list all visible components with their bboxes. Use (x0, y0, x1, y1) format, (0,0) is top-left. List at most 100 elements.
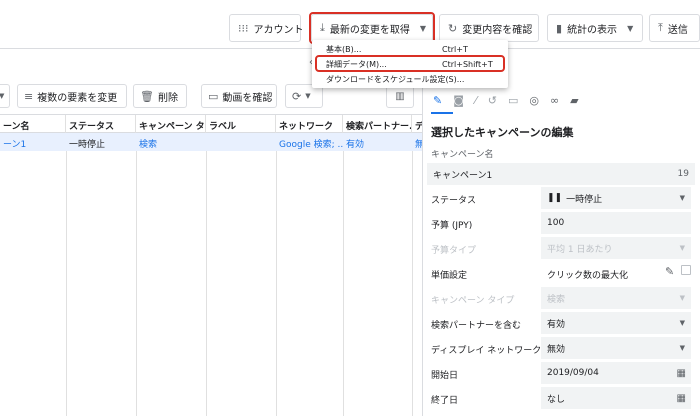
column-header-display[interactable]: デ (412, 115, 422, 133)
wand-tab-icon[interactable]: ⁄ (475, 94, 477, 107)
refresh-icon: ↻ (448, 21, 458, 35)
start-date-input[interactable]: 2019/09/04 ▦ (541, 362, 691, 384)
column-divider (412, 151, 413, 416)
caret-down-icon: ▼ (0, 92, 5, 100)
column-divider (343, 151, 344, 416)
column-header-label[interactable]: ラベル (206, 115, 276, 133)
copy-icon[interactable] (681, 265, 691, 275)
upload-icon: ⤒ (658, 21, 663, 34)
panel-title: 選択したキャンペーンの編集 (431, 126, 574, 139)
menu-item-shortcut: Ctrl+Shift+T (442, 59, 493, 69)
menu-item-label: 詳細データ(M)... (326, 59, 387, 69)
replace-icon: ⟳ (292, 89, 302, 103)
caret-down-icon: ▼ (305, 92, 311, 100)
column-divider (136, 151, 137, 416)
cell-name[interactable]: ーン1 (0, 133, 66, 151)
campaign-name-field[interactable]: キャンペーン1 19 (427, 163, 695, 185)
menu-item-label: ダウンロードをスケジュール設定(S)... (326, 74, 465, 84)
column-header-network[interactable]: ネットワーク (276, 115, 343, 133)
edit-tab-icon[interactable]: ✎ (433, 94, 442, 107)
campaign-type-label: キャンペーン タイプ (431, 296, 515, 306)
budget-type-value: 平均 1 日あたり (547, 244, 613, 255)
budget-type-label: 予算タイプ (431, 246, 477, 256)
get-changes-menu: 基本(B)... Ctrl+T 詳細データ(M)... Ctrl+Shift+T… (312, 40, 508, 88)
video-icon: ▭ (208, 89, 219, 103)
panel-tabs: ✎ ◙ ⁄ ↺ ▭ ◎ ∞ ▰ (423, 87, 700, 113)
bulk-change-button[interactable]: ≡ 複数の要素を変更 (17, 84, 127, 108)
pause-icon: ❚❚ (547, 193, 563, 203)
video-label: 動画を確認 (222, 92, 273, 104)
cell-label[interactable] (206, 133, 276, 151)
edit-panel: ✎ ◙ ⁄ ↺ ▭ ◎ ∞ ▰ 選択したキャンペーンの編集 キャンペーン名 キャ… (422, 77, 700, 416)
delete-button[interactable]: 🗑 削除 (133, 84, 187, 108)
check-changes-button[interactable]: ↻ 変更内容を確認 (439, 14, 539, 42)
caret-down-icon: ▼ (627, 23, 634, 33)
history-tab-icon[interactable]: ↺ (488, 94, 497, 107)
campaign-name-value: キャンペーン1 (433, 170, 493, 181)
active-tab-indicator (431, 112, 453, 114)
caret-down-icon: ▼ (679, 194, 685, 202)
start-date-label: 開始日 (431, 371, 459, 381)
search-partner-select[interactable]: 有効 ▼ (541, 312, 691, 334)
caret-down-icon: ▼ (419, 23, 427, 33)
menu-item-schedule[interactable]: ダウンロードをスケジュール設定(S)... (312, 72, 508, 86)
cell-status[interactable]: 一時停止 (66, 133, 136, 151)
campaign-type-select[interactable]: 検索 ▼ (541, 287, 691, 309)
cell-network[interactable]: Google 検索; ... (276, 133, 343, 151)
start-date-value: 2019/09/04 (547, 368, 599, 378)
budget-type-select[interactable]: 平均 1 日あたり ▼ (541, 237, 691, 259)
send-button[interactable]: ⤒ 送信 (649, 14, 700, 42)
pencil-icon[interactable]: ✎ (665, 265, 674, 278)
column-header-type[interactable]: キャンペーン タイプ (136, 115, 206, 133)
screen-tab-icon[interactable]: ▭ (508, 94, 518, 107)
stats-button[interactable]: ▮ 統計の表示 ▼ (547, 14, 643, 42)
menu-item-basic[interactable]: 基本(B)... Ctrl+T (312, 42, 508, 56)
grid-icon: ⁝⁝⁝ (238, 21, 249, 35)
send-label: 送信 (667, 24, 688, 36)
budget-input[interactable]: 100 (541, 212, 691, 234)
table-header: ーン名 ステータス キャンペーン タイプ ラベル ネットワーク 検索パートナー.… (0, 115, 422, 133)
budget-label: 予算 (JPY) (431, 221, 473, 231)
cell-display[interactable]: 無 (412, 133, 422, 151)
column-header-search-partner[interactable]: 検索パートナー... (343, 115, 412, 133)
campaign-name-label: キャンペーン名 (431, 150, 494, 160)
video-check-button[interactable]: ▭ 動画を確認 (201, 84, 277, 108)
char-count: 19 (677, 169, 689, 179)
caret-down-icon: ▼ (679, 244, 685, 252)
link-tab-icon[interactable]: ∞ (550, 94, 559, 107)
status-label: ステータス (431, 196, 477, 206)
display-network-select[interactable]: 無効 ▼ (541, 337, 691, 359)
get-changes-label: 最新の変更を取得 (329, 24, 410, 36)
table-row[interactable]: ーン1 一時停止 検索 Google 検索; ... 有効 無 (0, 133, 422, 151)
column-header-name[interactable]: ーン名 (0, 115, 66, 133)
cell-type[interactable]: 検索 (136, 133, 206, 151)
calendar-icon[interactable]: ▦ (677, 368, 686, 379)
label-tab-icon[interactable]: ▰ (570, 94, 578, 107)
column-header-status[interactable]: ステータス (66, 115, 136, 133)
menu-item-detailed[interactable]: 詳細データ(M)... Ctrl+Shift+T (312, 57, 508, 71)
menu-item-label: 基本(B)... (326, 44, 362, 54)
column-divider (206, 151, 207, 416)
account-label: アカウント (253, 24, 304, 36)
end-date-value: なし (547, 394, 566, 405)
camera-tab-icon[interactable]: ◙ (453, 94, 464, 107)
status-select[interactable]: ❚❚ 一時停止 ▼ (541, 187, 691, 209)
bulk-change-label: 複数の要素を変更 (37, 92, 118, 104)
add-dropdown-button[interactable]: ▼ (0, 84, 10, 108)
status-value: 一時停止 (566, 194, 603, 205)
end-date-input[interactable]: なし ▦ (541, 387, 691, 409)
search-partner-value: 有効 (547, 319, 566, 330)
calendar-icon[interactable]: ▦ (677, 393, 686, 404)
bid-value: クリック数の最大化 (547, 271, 629, 281)
campaign-type-value: 検索 (547, 294, 566, 305)
menu-item-shortcut: Ctrl+T (442, 44, 468, 54)
get-changes-button[interactable]: ⤓ 最新の変更を取得 ▼ (311, 14, 433, 42)
target-tab-icon[interactable]: ◎ (529, 94, 539, 107)
delete-label: 削除 (157, 92, 178, 104)
account-button[interactable]: ⁝⁝⁝ アカウント (229, 14, 304, 42)
display-network-value: 無効 (547, 344, 566, 355)
caret-down-icon: ▼ (679, 319, 685, 327)
bar-chart-icon: ▮ (556, 21, 563, 35)
cell-search-partner[interactable]: 有効 (343, 133, 412, 151)
campaign-table: ーン名 ステータス キャンペーン タイプ ラベル ネットワーク 検索パートナー.… (0, 114, 422, 416)
